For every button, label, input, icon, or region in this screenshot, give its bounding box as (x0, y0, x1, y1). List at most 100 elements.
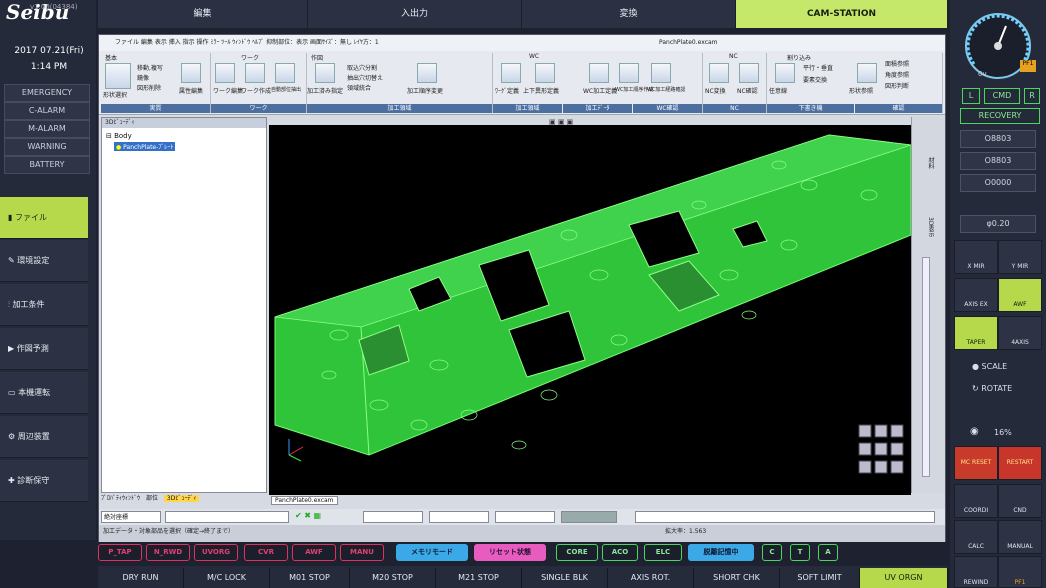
uv-orgn-button[interactable]: UV ORGN (860, 568, 948, 588)
alarm-m[interactable]: M-ALARM (4, 120, 90, 138)
tab-property[interactable]: ﾌﾟﾛﾊﾟﾃｨｳｨﾝﾄﾞｳ (101, 495, 140, 502)
work-edit-button[interactable] (215, 63, 235, 83)
nav-run[interactable]: ▭ 本機運転 (0, 372, 88, 414)
pill-p-tap[interactable]: P_TAP (98, 544, 142, 561)
coordi-button[interactable]: COORDI (954, 484, 998, 518)
dry-run-button[interactable]: DRY RUN (98, 568, 184, 588)
pill-c[interactable]: C (762, 544, 782, 561)
auto-extract-button[interactable] (275, 63, 295, 83)
value-field-1[interactable] (363, 511, 423, 523)
pill-manu[interactable]: MANU (340, 544, 384, 561)
pf1-mini[interactable]: PF1 (1020, 60, 1036, 72)
m21-stop-button[interactable]: M21 STOP (436, 568, 522, 588)
confirm-icon[interactable]: ✔ ✖ ▦ (295, 511, 321, 520)
work-def-button[interactable] (501, 63, 521, 83)
updown-def-button[interactable] (535, 63, 555, 83)
pill-reset-state[interactable]: リセット状態 (474, 544, 546, 561)
nav-file[interactable]: ▮ ファイル (0, 197, 88, 239)
axis-ex-button[interactable]: AXIS EX (954, 278, 998, 312)
scrollbar[interactable] (922, 257, 930, 477)
taper-button[interactable]: TAPER (954, 316, 998, 350)
tab-edit[interactable]: 編集 (98, 0, 308, 28)
swap-button[interactable]: 要素交換 (803, 75, 827, 84)
nc-check-button[interactable] (739, 63, 759, 83)
delete-shape-button[interactable]: 図形削除 (137, 83, 161, 92)
pill-cvr[interactable]: CVR (244, 544, 288, 561)
alarm-c[interactable]: C-ALARM (4, 102, 90, 120)
merge-area-button[interactable]: 領域統合 (347, 83, 371, 92)
alarm-warning[interactable]: WARNING (4, 138, 90, 156)
nav-diag[interactable]: ✚ 診断保守 (0, 460, 88, 502)
value-field-3[interactable] (495, 511, 555, 523)
coord-select[interactable]: 絶対座標 (101, 511, 161, 523)
rewind-button[interactable]: REWIND (954, 556, 998, 588)
switch-hole-button[interactable]: 抽出穴切替え (347, 73, 383, 82)
nav-draw[interactable]: ▶ 作図予測 (0, 328, 88, 370)
wc-path-button[interactable] (651, 63, 671, 83)
axis-rot-button[interactable]: AXIS ROT. (608, 568, 694, 588)
parallel-button[interactable]: 平行・垂直 (803, 63, 833, 72)
m20-stop-button[interactable]: M20 STOP (350, 568, 436, 588)
pill-uvorg[interactable]: UVORG (194, 544, 238, 561)
tab-3dview[interactable]: 3Dﾋﾞｭｰﾃﾞｨ (163, 495, 200, 502)
split-hole-button[interactable]: 取込穴分割 (347, 63, 377, 72)
m01-stop-button[interactable]: M01 STOP (270, 568, 350, 588)
command-input[interactable] (165, 511, 289, 523)
soft-limit-button[interactable]: SOFT LIMIT (780, 568, 860, 588)
attr-edit-icon[interactable] (181, 63, 201, 83)
rotate-label[interactable]: ↻ ROTATE (972, 384, 1012, 393)
tree-item-plate[interactable]: ● PanchPlate-ﾌﾟﾚｰﾄ (114, 142, 176, 151)
alarm-emergency[interactable]: EMERGENCY (4, 84, 90, 102)
tab-cam-station[interactable]: CAM-STATION (736, 0, 948, 28)
shape-judge-button[interactable]: 図形判断 (885, 81, 909, 90)
mirror-button[interactable]: 鏡像 (137, 73, 149, 82)
restart-button[interactable]: RESTART (998, 446, 1042, 480)
nc-convert-button[interactable] (709, 63, 729, 83)
tab-convert[interactable]: 変換 (522, 0, 736, 28)
shape-ref-button[interactable] (857, 63, 877, 83)
pill-t[interactable]: T (790, 544, 810, 561)
pill-awf[interactable]: AWF (292, 544, 336, 561)
nav-env[interactable]: ✎ 環境設定 (0, 240, 88, 282)
cmd-button[interactable]: CMD (984, 88, 1020, 104)
pill-elc[interactable]: ELC (644, 544, 682, 561)
scale-label[interactable]: ● SCALE (972, 362, 1007, 371)
r-button[interactable]: R (1024, 88, 1040, 104)
tab-io[interactable]: 入出力 (308, 0, 522, 28)
area-ref-button[interactable]: 面積参照 (885, 59, 909, 68)
side-label-material[interactable]: 材料 (926, 157, 935, 169)
mc-lock-button[interactable]: M/C LOCK (184, 568, 270, 588)
cnd-button[interactable]: CND (998, 484, 1042, 518)
pill-memory-mode[interactable]: メモリモード (396, 544, 468, 561)
menu-bar[interactable]: ファイル 編集 表示 挿入 指示 操作 ﾐﾗｰ ﾂｰﾙ ｳｨﾝﾄﾞｳ ﾍﾙﾌﾟ … (99, 35, 945, 51)
any-line-button[interactable] (775, 63, 795, 83)
pf1-button[interactable]: PF1 (998, 556, 1042, 588)
move-copy-button[interactable]: 移動,複写 (137, 63, 163, 72)
pill-detach[interactable]: 脱離記憶中 (688, 544, 754, 561)
select-shape-button[interactable] (105, 63, 131, 89)
pill-n-rwd[interactable]: N_RWD (146, 544, 190, 561)
mark-done-button[interactable] (315, 63, 335, 83)
doc-tab[interactable]: PanchPlate0.excam (271, 496, 338, 505)
x-mir-button[interactable]: X MIR (954, 240, 998, 274)
view-cube-icons[interactable] (858, 424, 904, 474)
message-field[interactable] (635, 511, 935, 523)
tree-root[interactable]: ⊟ Body (106, 132, 132, 140)
pill-core[interactable]: CORE (556, 544, 598, 561)
work-create-button[interactable] (245, 63, 265, 83)
tab-part[interactable]: 部位 (146, 495, 158, 502)
single-blk-button[interactable]: SINGLE BLK (522, 568, 608, 588)
wc-def-button[interactable] (589, 63, 609, 83)
4axis-button[interactable]: 4AXIS (998, 316, 1042, 350)
order-change-button[interactable] (417, 63, 437, 83)
l-button[interactable]: L (962, 88, 980, 104)
awf-button[interactable]: AWF (998, 278, 1042, 312)
wc-order-button[interactable] (619, 63, 639, 83)
y-mir-button[interactable]: Y MIR (998, 240, 1042, 274)
short-chk-button[interactable]: SHORT CHK (694, 568, 780, 588)
nav-periph[interactable]: ⚙ 周辺装置 (0, 416, 88, 458)
side-label-3d[interactable]: 3D表示 (926, 217, 935, 237)
alarm-battery[interactable]: BATTERY (4, 156, 90, 174)
value-field-2[interactable] (429, 511, 489, 523)
nav-cond[interactable]: ⫶ 加工条件 (0, 284, 88, 326)
